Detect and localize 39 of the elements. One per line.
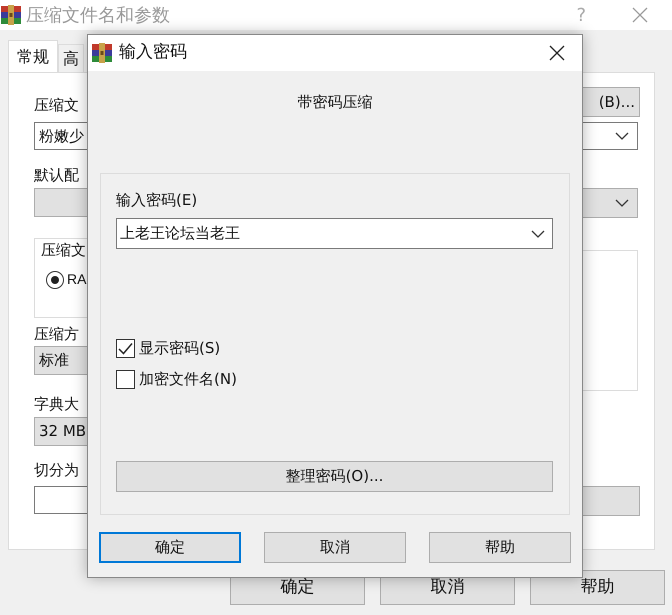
tab[interactable]: 高 (58, 44, 84, 72)
field-label: 压缩文 (34, 96, 80, 114)
group-label: 压缩文 (41, 241, 87, 259)
dialog-heading: 带密码压缩 (296, 93, 374, 111)
radio-label: RA (67, 270, 86, 289)
chevron-down-icon (615, 199, 629, 207)
checkbox-label: 显示密码(S) (139, 338, 220, 359)
field-label: 输入密码(E) (116, 191, 198, 209)
dropdown-field[interactable] (583, 122, 638, 150)
window-title: 压缩文件名和参数 (26, 4, 170, 28)
radio-button[interactable] (46, 270, 64, 288)
dialog-button[interactable]: 取消 (264, 532, 406, 563)
dropdown-field[interactable]: 标准 (34, 346, 87, 375)
field-label: 压缩方 (34, 325, 80, 343)
close-icon[interactable] (549, 45, 565, 61)
password-field[interactable]: 上老王论坛当老王 (116, 218, 553, 249)
dropdown-field[interactable] (583, 188, 638, 218)
field-label: 默认配 (34, 166, 80, 184)
dropdown-field[interactable] (34, 188, 87, 217)
checkbox[interactable] (116, 338, 135, 358)
browse-button[interactable]: (B)... (583, 87, 640, 117)
input-field[interactable] (34, 486, 87, 514)
field-label: 切分为 (34, 461, 80, 479)
dialog-button[interactable]: 确定 (99, 532, 241, 563)
chevron-down-icon (531, 230, 545, 238)
dialog-button[interactable]: 帮助 (429, 532, 571, 563)
input-field[interactable]: 粉嫩少 (34, 122, 87, 150)
organize-passwords-button[interactable]: 整理密码(O)... (116, 461, 553, 492)
dialog-button[interactable]: 帮助 (530, 570, 665, 605)
tab[interactable]: 常规 (8, 40, 58, 72)
dialog-title: 输入密码 (119, 41, 187, 64)
chevron-down-icon (615, 132, 629, 140)
field-label: 字典大 (34, 395, 80, 413)
checkbox-label: 加密文件名(N) (139, 368, 237, 390)
checkmark-icon (118, 342, 133, 354)
checkbox[interactable] (116, 370, 135, 388)
dropdown-field[interactable]: 32 MB (34, 417, 87, 446)
archive-books-icon (0, 4, 22, 26)
archive-books-icon (91, 42, 113, 64)
